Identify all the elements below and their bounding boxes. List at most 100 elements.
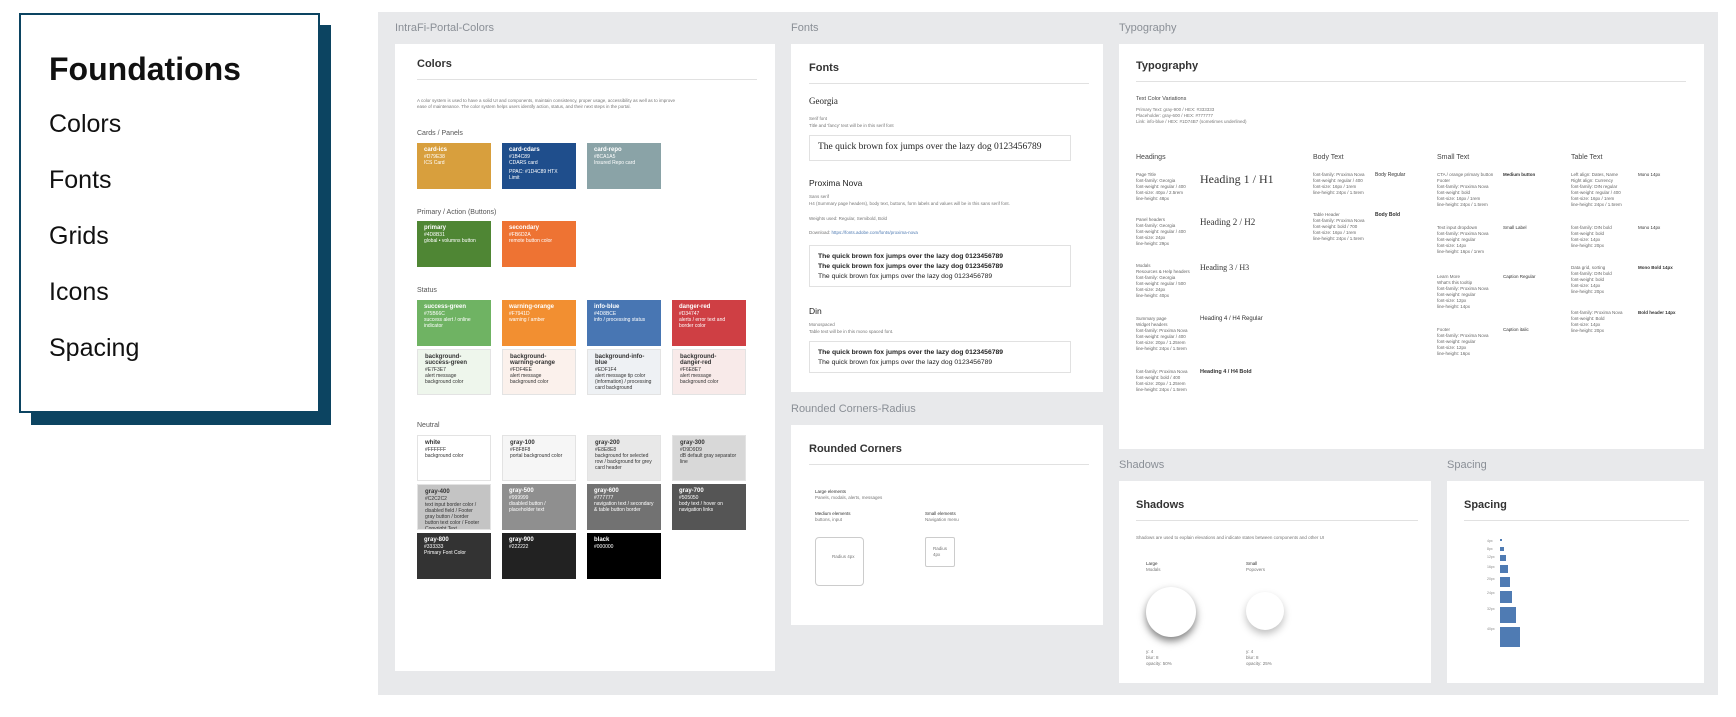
spacing-bar: [1500, 555, 1506, 561]
swatch-card-cdars[interactable]: card-cdars #1B4C89 CDARS card PPAC: #1D4C89…: [502, 143, 576, 189]
swatch-card-ics[interactable]: card-ics #D79E38 ICS Card: [417, 143, 491, 189]
spacing-bar: [1500, 577, 1510, 587]
download-link[interactable]: https://fonts.adobe.com/fonts/proxima-no…: [832, 230, 918, 235]
typo-sample: Heading 4 / H4 Regular: [1200, 316, 1263, 322]
swatch-note: remote button color: [509, 238, 553, 244]
spacing-bar: [1500, 539, 1502, 541]
swatch-gray-100[interactable]: gray-100 #F8F8F8 portal background color: [502, 435, 576, 481]
fonts-heading: Fonts: [809, 62, 1089, 84]
swatch-success-green[interactable]: success-green #75B66C success alert / onli…: [417, 300, 491, 346]
frame-label-spacing[interactable]: Spacing: [1447, 459, 1487, 471]
swatch-hex: #222222: [509, 544, 529, 550]
spacing-label: 16px: [1487, 565, 1495, 569]
rounded-frame[interactable]: Rounded Corners Large elements Panels, m…: [791, 425, 1103, 625]
swatch-gray-400[interactable]: gray-400 #C2C2C2 text input border color /…: [417, 484, 491, 530]
medium-radius-box: Radius 4px: [815, 537, 864, 586]
design-canvas[interactable]: IntraFi-Portal-Colors Colors A color sys…: [378, 12, 1718, 695]
shadows-frame[interactable]: Shadows Shadows are used to explain elev…: [1119, 481, 1431, 683]
swatch-gray-500[interactable]: gray-500 #999999 disabled button / placeho…: [502, 484, 576, 530]
colors-frame[interactable]: Colors A color system is used to have a …: [395, 44, 775, 671]
typo-spec-line: line-height: 40px: [1136, 293, 1170, 298]
swatch-gray-300[interactable]: gray-300 #D9D9D9 dB default gray separator…: [672, 435, 746, 481]
frame-label-rounded[interactable]: Rounded Corners-Radius: [791, 403, 916, 415]
spacing-bar: [1500, 565, 1508, 573]
swatch-name: black: [594, 537, 610, 543]
nav-item-colors[interactable]: Colors: [49, 110, 318, 166]
foundations-nav-card: Foundations Colors Fonts Grids Icons Spa…: [19, 13, 320, 413]
swatch-gray-200[interactable]: gray-200 #E8E8E8 background for selected r…: [587, 435, 661, 481]
swatch-name: white: [425, 440, 441, 446]
spacing-label: 32px: [1487, 607, 1495, 611]
typo-sample: Body Bold: [1375, 212, 1400, 218]
swatch-name: info-blue: [594, 304, 620, 310]
variation-link: Link: info-blue / HEX: #1D74B7 (sometime…: [1136, 119, 1247, 124]
large-desc: Panels, modals, alerts, messages: [815, 495, 883, 500]
frame-label-typography[interactable]: Typography: [1119, 22, 1176, 34]
swatch-black[interactable]: black #000000: [587, 533, 661, 579]
typo-sample: Heading 2 / H2: [1200, 217, 1256, 227]
swatch-note: ICS Card: [424, 160, 445, 166]
small-desc: Navigation menu: [925, 517, 959, 522]
spacing-label: 24px: [1487, 591, 1495, 595]
spacing-bar: [1500, 547, 1504, 551]
swatch-background-success-green[interactable]: background-success-green #E7F3E7 alert mes…: [417, 349, 491, 395]
nav-item-spacing[interactable]: Spacing: [49, 334, 318, 390]
swatch-gray-900[interactable]: gray-900 #222222: [502, 533, 576, 579]
georgia-kind: Serif font: [809, 116, 828, 121]
spacing-frame[interactable]: Spacing 4px 8px 12px 16px 20px 24px 32px 40px: [1447, 481, 1704, 683]
shadow-small-sample: [1246, 592, 1284, 630]
swatch-gray-700[interactable]: gray-700 #505050 body text / hover on navi…: [672, 484, 746, 530]
typo-sample: Medium button: [1503, 172, 1536, 177]
shadow-small-sub: Popovers: [1246, 567, 1266, 572]
typo-spec-line: line-height: 20px: [1571, 243, 1605, 248]
swatch-note: success alert / online indicator: [424, 317, 471, 329]
col-headings: Headings: [1136, 154, 1166, 161]
proxima-weights: Weights used: Regular, Semibold, Bold: [809, 216, 887, 221]
typo-sample: Heading 4 / H4 Bold: [1200, 369, 1252, 375]
swatch-danger-red[interactable]: danger-red #D34747 alerts / error text and…: [672, 300, 746, 346]
typo-spec-line: line-height: 24px / 1.5rem: [1136, 387, 1187, 392]
proxima-download: Download: https://fonts.adobe.com/fonts/…: [809, 230, 918, 236]
frame-label-colors[interactable]: IntraFi-Portal-Colors: [395, 22, 494, 34]
nav-item-icons[interactable]: Icons: [49, 278, 318, 334]
swatch-name: gray-100: [510, 440, 535, 446]
proxima-desc: H4 (Summary page headers), body text, bu…: [809, 201, 1010, 206]
swatch-name: gray-600: [594, 488, 619, 494]
typo-sample: Bold header 14px: [1638, 310, 1676, 315]
colors-intro: A color system is used to have a solid U…: [417, 98, 676, 109]
swatch-background-info-blue[interactable]: background-info-blue #EDF1F4 alert message…: [587, 349, 661, 395]
typography-frame[interactable]: Typography Text Color Variations Primary…: [1119, 44, 1704, 449]
swatch-white[interactable]: white #FFFFFF background color: [417, 435, 491, 481]
swatch-note: Insured Repo card: [594, 160, 636, 166]
typo-spec-line: line-height: 24px / 1.5rem: [1437, 202, 1488, 207]
swatch-card-repo[interactable]: card-repo #8CA1A5 Insured Repo card: [587, 143, 661, 189]
georgia-name: Georgia: [809, 96, 838, 106]
typo-spec-line: line-height: 20px: [1571, 289, 1605, 294]
swatch-info-blue[interactable]: info-blue #4D8BCE info / processing status: [587, 300, 661, 346]
frame-label-fonts[interactable]: Fonts: [791, 22, 819, 34]
frame-label-shadows[interactable]: Shadows: [1119, 459, 1164, 471]
swatch-name: warning-orange: [509, 304, 555, 310]
swatch-primary[interactable]: primary #4D8B31 global • volumns button: [417, 221, 491, 267]
swatch-gray-600[interactable]: gray-600 #777777 navigation text / seconda…: [587, 484, 661, 530]
nav-item-fonts[interactable]: Fonts: [49, 166, 318, 222]
din-sample-regular: The quick brown fox jumps over the lazy …: [818, 359, 993, 366]
swatch-name: background-warning-orange: [510, 354, 556, 366]
swatch-warning-orange[interactable]: warning-orange #F7941D warning / amber: [502, 300, 576, 346]
din-desc: Table text will be in this mono spaced f…: [809, 329, 894, 334]
swatch-background-warning-orange[interactable]: background-warning-orange #FDF4EE alert me…: [502, 349, 576, 395]
swatch-gray-800[interactable]: gray-800 #333333 Primary Font Color: [417, 533, 491, 579]
spacing-label: 4px: [1487, 539, 1493, 543]
proxima-sample-semibold: The quick brown fox jumps over the lazy …: [818, 263, 1004, 270]
swatch-note: text input border color / disabled field…: [425, 502, 480, 530]
swatch-name: background-success-green: [425, 354, 468, 366]
swatch-secondary[interactable]: secondary #FB6D2A remote button color: [502, 221, 576, 267]
spacing-bar: [1500, 607, 1516, 623]
nav-item-grids[interactable]: Grids: [49, 222, 318, 278]
din-kind: Monospaced: [809, 322, 835, 327]
fonts-frame[interactable]: Fonts Georgia Serif font Title and 'fanc…: [791, 44, 1103, 392]
shadows-heading: Shadows: [1136, 499, 1418, 521]
typo-sample: Mono 14px: [1638, 172, 1661, 177]
proxima-sample-bold: The quick brown fox jumps over the lazy …: [818, 253, 1004, 260]
swatch-background-danger-red[interactable]: background-danger-red #F6E8E7 alert messag…: [672, 349, 746, 395]
